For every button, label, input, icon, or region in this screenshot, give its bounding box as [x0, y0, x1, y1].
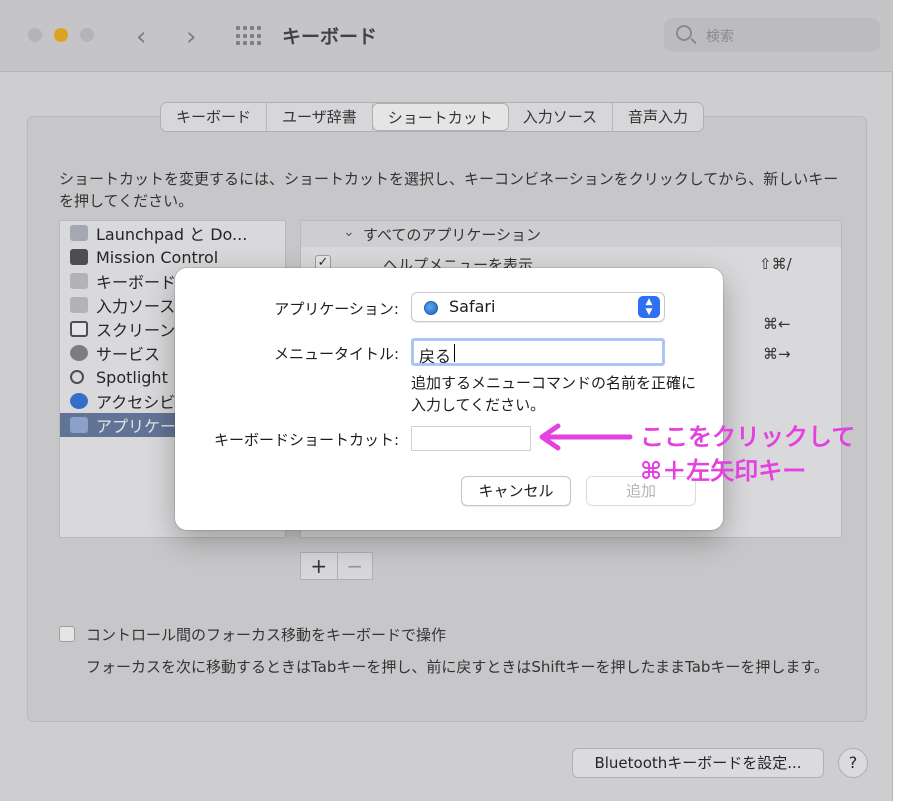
application-value: Safari: [449, 297, 496, 316]
menu-title-field[interactable]: 戻る: [411, 338, 665, 366]
menu-title-label: メニュータイトル:: [273, 345, 399, 363]
text-caret: [454, 344, 455, 362]
annotation-line-2: ⌘＋左矢印キー: [640, 457, 807, 485]
add-app-shortcut-dialog: アプリケーション: Safari ▲ ▼ メニュータイトル: 戻る 追加するメニュ…: [175, 268, 723, 530]
keyboard-shortcut-label: キーボードショートカット:: [213, 431, 399, 449]
menu-title-value: 戻る: [419, 347, 452, 366]
keyboard-shortcut-field[interactable]: [411, 426, 531, 451]
pointer-arrow-icon: [539, 423, 633, 451]
application-popup[interactable]: Safari ▲ ▼: [411, 292, 665, 322]
window-edge: [893, 0, 900, 801]
annotation-line-1: ここをクリックして: [640, 423, 856, 451]
application-label: アプリケーション:: [274, 300, 399, 318]
annotation-text: ここをクリックして ⌘＋左矢印キー: [640, 420, 855, 488]
cancel-button[interactable]: キャンセル: [461, 476, 571, 506]
popup-stepper-icon: ▲ ▼: [638, 296, 660, 318]
menu-title-note: 追加するメニューコマンドの名前を正確に入力してください。: [411, 374, 697, 414]
safari-compass-icon: [424, 301, 438, 315]
